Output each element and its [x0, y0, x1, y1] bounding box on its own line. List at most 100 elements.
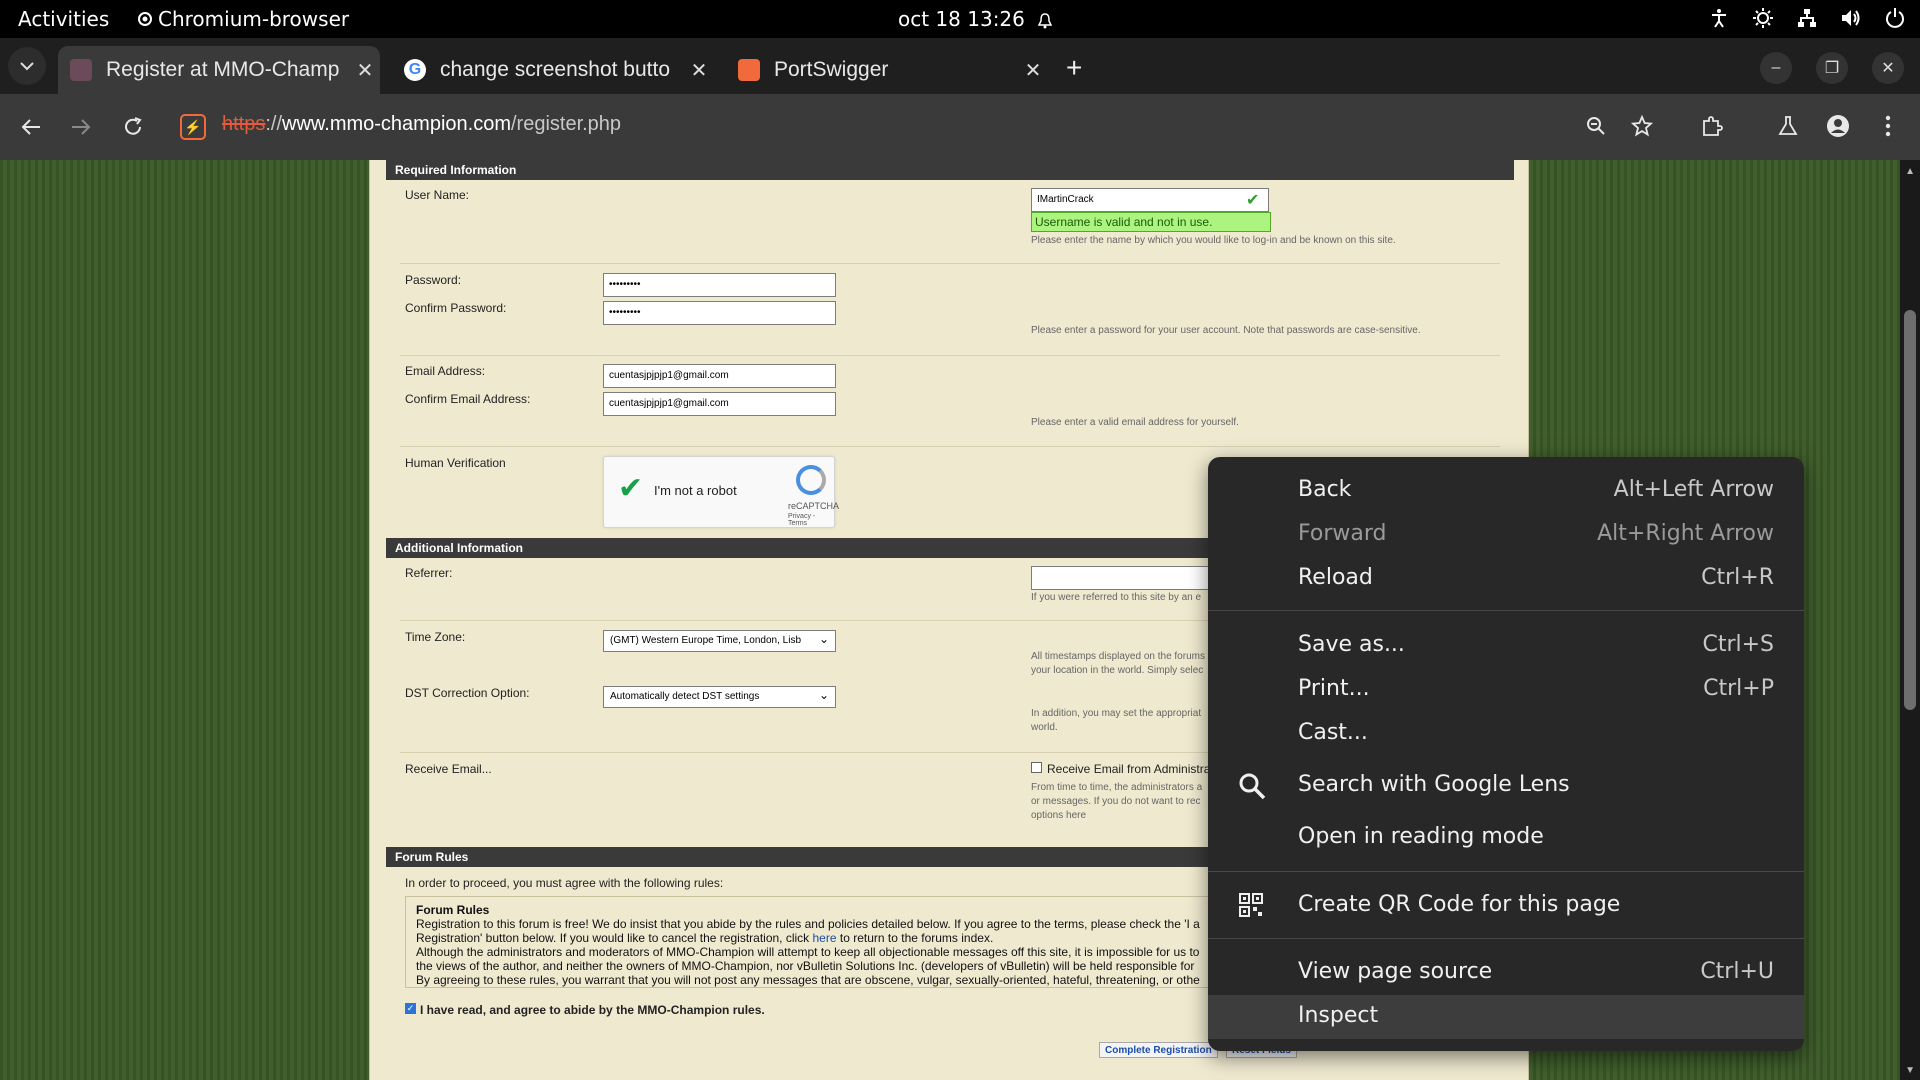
- menu-item-forward[interactable]: Forward Alt+Right Arrow: [1208, 513, 1804, 557]
- tab-portswigger[interactable]: PortSwigger ✕: [726, 46, 1048, 94]
- menu-item-label: View page source: [1298, 959, 1493, 984]
- url-text[interactable]: https://www.mmo-champion.com/register.ph…: [222, 113, 621, 136]
- menu-item-save-as[interactable]: Save as... Ctrl+S: [1208, 624, 1804, 668]
- menu-item-qr-code[interactable]: Create QR Code for this page: [1208, 884, 1804, 928]
- menu-item-label: Back: [1298, 477, 1352, 502]
- recaptcha-label: I'm not a robot: [654, 483, 737, 498]
- email-label: Email Address:: [405, 364, 486, 378]
- recaptcha-links[interactable]: Privacy - Terms: [788, 513, 834, 527]
- tab-search-button[interactable]: [8, 47, 46, 85]
- brightness-icon[interactable]: [1752, 7, 1774, 29]
- menu-item-google-lens[interactable]: Search with Google Lens: [1208, 764, 1804, 808]
- back-button[interactable]: [14, 110, 48, 144]
- menu-item-label: Forward: [1298, 521, 1387, 546]
- menu-item-label: Save as...: [1298, 632, 1405, 657]
- activities-button[interactable]: Activities: [18, 7, 109, 31]
- mmo-champion-favicon-icon: [70, 59, 92, 81]
- chromium-icon: [138, 12, 152, 26]
- agree-rules-label: I have read, and agree to abide by the M…: [420, 1003, 765, 1017]
- restore-button[interactable]: ❐: [1816, 52, 1848, 84]
- divider: [400, 263, 1500, 264]
- email-hint: Please enter a valid email address for y…: [1031, 417, 1239, 428]
- recaptcha-widget[interactable]: ✔ I'm not a robot reCAPTCHA Privacy - Te…: [603, 456, 839, 528]
- forward-button[interactable]: [64, 110, 98, 144]
- password-input[interactable]: •••••••••: [603, 273, 836, 297]
- menu-item-label: Open in reading mode: [1298, 824, 1544, 849]
- divider: [400, 446, 1500, 447]
- volume-icon[interactable]: [1840, 7, 1862, 29]
- labs-flask-icon[interactable]: [1772, 110, 1804, 142]
- accessibility-icon[interactable]: [1708, 7, 1730, 29]
- close-icon[interactable]: ✕: [350, 58, 380, 83]
- divider: [400, 355, 1500, 356]
- menu-item-inspect[interactable]: Inspect: [1208, 995, 1804, 1039]
- new-tab-button[interactable]: +: [1066, 52, 1082, 84]
- profile-avatar-icon[interactable]: [1822, 110, 1854, 142]
- address-bar[interactable]: ⚡ https://www.mmo-champion.com/register.…: [168, 103, 1608, 151]
- search-icon: [1238, 772, 1266, 800]
- menu-item-reload[interactable]: Reload Ctrl+R: [1208, 557, 1804, 601]
- complete-registration-button[interactable]: Complete Registration: [1099, 1042, 1218, 1058]
- menu-item-view-source[interactable]: View page source Ctrl+U: [1208, 951, 1804, 995]
- close-window-button[interactable]: ✕: [1872, 52, 1904, 84]
- clock[interactable]: oct 18 13:26: [898, 7, 1025, 31]
- dst-label: DST Correction Option:: [405, 686, 530, 700]
- rules-intro: In order to proceed, you must agree with…: [405, 876, 724, 890]
- scroll-thumb[interactable]: [1904, 310, 1916, 710]
- portswigger-favicon-icon: [738, 59, 760, 81]
- dst-hint-2: world.: [1031, 722, 1058, 733]
- not-secure-icon[interactable]: ⚡: [180, 114, 206, 140]
- notification-icon: [1037, 10, 1053, 34]
- menu-item-back[interactable]: Back Alt+Left Arrow: [1208, 469, 1804, 513]
- system-tray[interactable]: [1708, 7, 1906, 29]
- tab-mmo-champion[interactable]: Register at MMO-Champ ✕: [58, 46, 380, 94]
- menu-item-shortcut: Ctrl+U: [1700, 959, 1774, 984]
- tab-title: PortSwigger: [774, 58, 889, 81]
- confirm-email-label: Confirm Email Address:: [405, 392, 531, 406]
- recaptcha-brand: reCAPTCHA: [788, 501, 840, 511]
- email-input[interactable]: cuentasjpjpjp1@gmail.com: [603, 364, 836, 388]
- menu-item-cast[interactable]: Cast...: [1208, 712, 1804, 756]
- menu-item-label: Create QR Code for this page: [1298, 892, 1621, 917]
- agree-rules-checkbox[interactable]: ✓: [405, 1003, 416, 1014]
- confirm-email-input[interactable]: cuentasjpjpjp1@gmail.com: [603, 392, 836, 416]
- timezone-selected: (GMT) Western Europe Time, London, Lisb: [610, 635, 802, 646]
- minimize-button[interactable]: –: [1760, 52, 1792, 84]
- username-hint: Please enter the name by which you would…: [1031, 235, 1396, 246]
- required-info-header: Required Information: [386, 160, 1514, 180]
- page-scrollbar[interactable]: ▲ ▼: [1900, 160, 1920, 1080]
- tab-title: change screenshot butto: [440, 58, 670, 81]
- dst-select[interactable]: Automatically detect DST settings ⌄: [603, 686, 836, 708]
- close-icon[interactable]: ✕: [684, 58, 714, 83]
- menu-item-print[interactable]: Print... Ctrl+P: [1208, 668, 1804, 712]
- tab-google-search[interactable]: G change screenshot butto ✕: [392, 46, 714, 94]
- recaptcha-logo-icon: [796, 465, 826, 495]
- zoom-icon[interactable]: [1580, 110, 1612, 142]
- chevron-down-icon: ⌄: [818, 688, 829, 702]
- receive-hint-1: From time to time, the administrators a: [1031, 782, 1203, 793]
- menu-item-label: Print...: [1298, 676, 1370, 701]
- timezone-hint-2: your location in the world. Simply selec: [1031, 665, 1204, 676]
- arrow-right-icon: [72, 119, 91, 135]
- bookmark-star-icon[interactable]: [1626, 110, 1658, 142]
- rules-here-link[interactable]: here: [813, 931, 837, 945]
- chevron-down-icon: [20, 62, 34, 71]
- menu-item-label: Inspect: [1298, 1003, 1379, 1028]
- close-icon[interactable]: ✕: [1018, 58, 1048, 83]
- reload-button[interactable]: [116, 110, 150, 144]
- more-menu-icon[interactable]: [1872, 110, 1904, 142]
- receive-admin-email-checkbox[interactable]: [1031, 762, 1042, 773]
- app-menu[interactable]: Chromium-browser: [138, 7, 349, 31]
- receive-admin-email-label: Receive Email from Administra: [1047, 762, 1211, 776]
- menu-item-reading-mode[interactable]: Open in reading mode: [1208, 816, 1804, 860]
- scroll-down-icon[interactable]: ▼: [1905, 1065, 1915, 1076]
- power-icon[interactable]: [1884, 7, 1906, 29]
- network-icon[interactable]: [1796, 7, 1818, 29]
- timezone-select[interactable]: (GMT) Western Europe Time, London, Lisb …: [603, 630, 836, 652]
- username-input[interactable]: IMartinCrack: [1031, 188, 1269, 212]
- extensions-icon[interactable]: [1696, 110, 1728, 142]
- username-label: User Name:: [405, 188, 470, 202]
- scroll-up-icon[interactable]: ▲: [1905, 166, 1915, 177]
- menu-item-label: Reload: [1298, 565, 1373, 590]
- confirm-password-input[interactable]: •••••••••: [603, 301, 836, 325]
